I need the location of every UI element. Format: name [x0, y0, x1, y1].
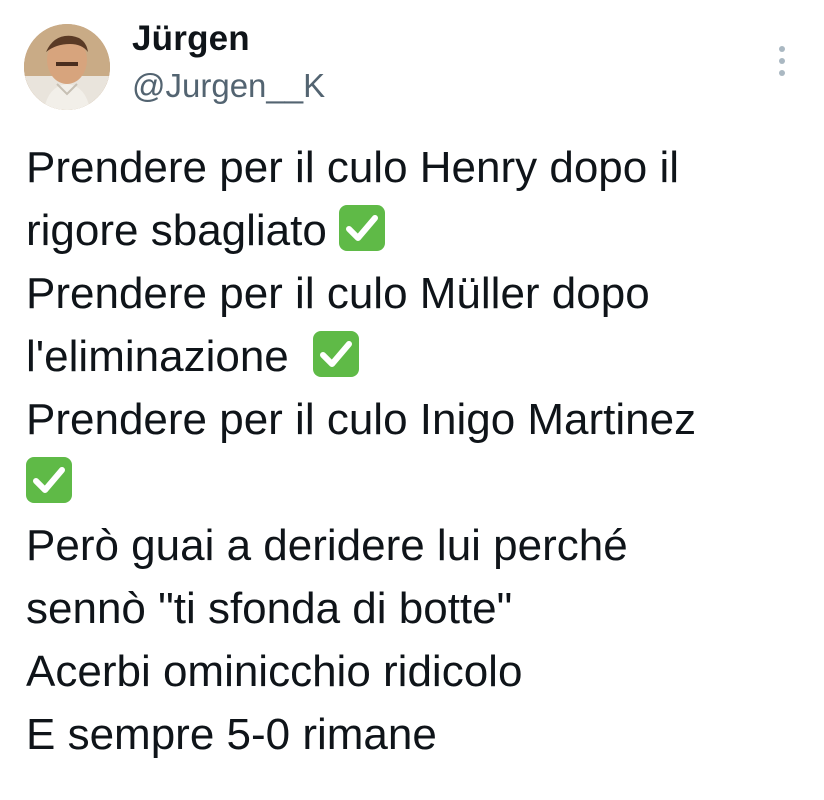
tweet-line-text: Prendere per il culo Inigo Martinez: [26, 395, 697, 444]
check-mark-button-icon: [339, 205, 386, 251]
tweet-line-text: Prendere per il culo Müller dopo: [26, 269, 650, 318]
tweet-line-text: rigore sbagliato: [26, 206, 340, 255]
check-mark-button-icon: [26, 457, 72, 503]
tweet-line-text: Prendere per il culo Henry dopo il: [26, 143, 680, 192]
more-vertical-icon[interactable]: [770, 40, 794, 82]
display-name[interactable]: Jürgen: [132, 18, 250, 60]
tweet-line: Però guai a deridere lui perché: [26, 514, 816, 577]
tweet-line-text: Però guai a deridere lui perché: [26, 521, 628, 570]
tweet-line-text: Acerbi ominicchio ridicolo: [26, 647, 523, 696]
tweet-line-text: sennò "ti sfonda di botte": [26, 584, 513, 633]
tweet-line: E sempre 5-0 rimane: [26, 703, 816, 766]
tweet-line-text: l'eliminazione: [26, 332, 314, 381]
check-mark-button-icon: [313, 331, 360, 377]
tweet-line: Prendere per il culo Inigo Martinez: [26, 388, 816, 451]
tweet-line: Acerbi ominicchio ridicolo: [26, 640, 816, 703]
tweet-line: Prendere per il culo Henry dopo il: [26, 136, 816, 199]
tweet-line: rigore sbagliato: [26, 199, 816, 262]
profile-photo: [24, 24, 110, 110]
tweet-line: Prendere per il culo Müller dopo: [26, 262, 816, 325]
avatar[interactable]: [24, 24, 110, 110]
more-dot: [779, 46, 785, 52]
user-handle[interactable]: @Jurgen__K: [132, 66, 325, 106]
tweet-line: [26, 451, 816, 514]
tweet-line: l'eliminazione: [26, 325, 816, 388]
more-dot: [779, 70, 785, 76]
tweet-text: Prendere per il culo Henry dopo il rigor…: [26, 136, 816, 766]
more-dot: [779, 58, 785, 64]
tweet-line-text: E sempre 5-0 rimane: [26, 710, 437, 759]
tweet-line: sennò "ti sfonda di botte": [26, 577, 816, 640]
